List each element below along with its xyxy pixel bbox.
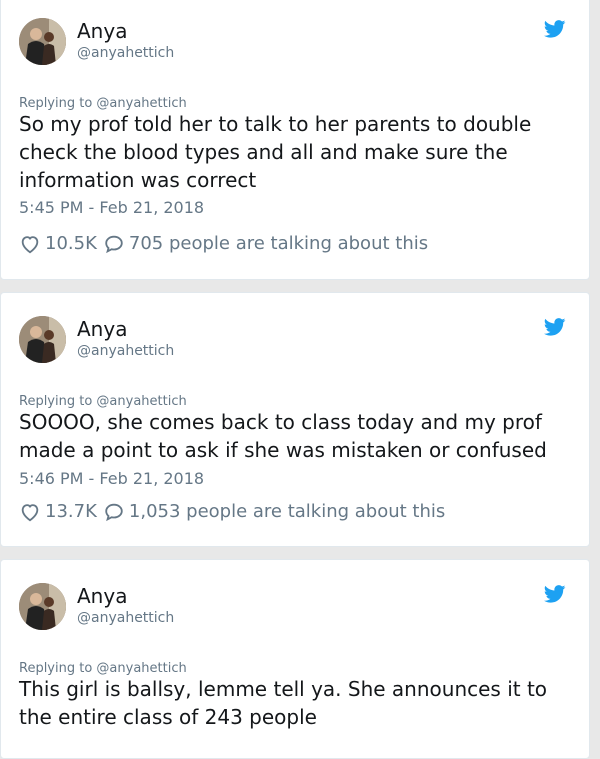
tweet-text: This girl is ballsy, lemme tell ya. She … <box>19 677 548 729</box>
tweet-actions: 10.5K 705 people are talking about this <box>19 232 428 256</box>
tweet-text: So my prof told her to talk to her paren… <box>19 112 532 192</box>
display-name[interactable]: Anya <box>77 583 127 609</box>
like-count: 10.5K <box>45 233 97 254</box>
tweet-card: Anya @anyahettich Replying to @anyahetti… <box>0 0 590 280</box>
tweet-card: Anya @anyahettich Replying to @anyahetti… <box>0 559 590 759</box>
twitter-bird-icon[interactable] <box>544 20 566 38</box>
speech-bubble-icon[interactable] <box>103 233 125 255</box>
tweet-header: Anya @anyahettich <box>19 18 574 68</box>
user-handle[interactable]: @anyahettich <box>77 44 174 62</box>
avatar[interactable] <box>19 18 66 65</box>
timestamp[interactable]: 5:45 PM - Feb 21, 2018 <box>19 198 204 218</box>
like-count: 13.7K <box>45 501 97 522</box>
display-name[interactable]: Anya <box>77 18 127 44</box>
tweet-card: Anya @anyahettich Replying to @anyahetti… <box>0 292 590 547</box>
talking-count[interactable]: 705 people are talking about this <box>129 232 428 256</box>
twitter-bird-icon[interactable] <box>544 585 566 603</box>
talking-count[interactable]: 1,053 people are talking about this <box>129 500 445 524</box>
timestamp[interactable]: 5:46 PM - Feb 21, 2018 <box>19 469 204 489</box>
twitter-bird-icon[interactable] <box>544 318 566 336</box>
tweet-header: Anya @anyahettich <box>19 583 574 633</box>
avatar[interactable] <box>19 316 66 363</box>
heart-icon[interactable] <box>19 501 41 523</box>
tweet-text: SOOOO, she comes back to class today and… <box>19 410 547 462</box>
avatar[interactable] <box>19 583 66 630</box>
tweet-actions: 13.7K 1,053 people are talking about thi… <box>19 500 445 524</box>
heart-icon[interactable] <box>19 233 41 255</box>
user-handle[interactable]: @anyahettich <box>77 609 174 627</box>
tweet-header: Anya @anyahettich <box>19 316 574 366</box>
speech-bubble-icon[interactable] <box>103 501 125 523</box>
display-name[interactable]: Anya <box>77 316 127 342</box>
user-handle[interactable]: @anyahettich <box>77 342 174 360</box>
